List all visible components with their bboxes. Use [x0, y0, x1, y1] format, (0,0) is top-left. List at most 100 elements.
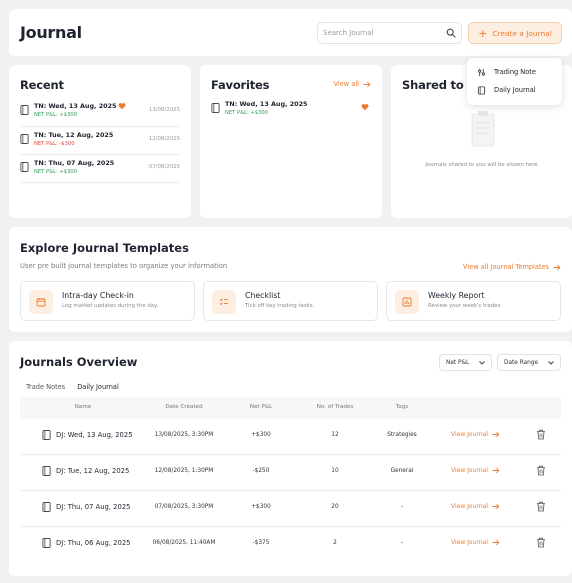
search-icon[interactable]: [446, 28, 456, 38]
header-bar: Journal + Create a Journal: [9, 9, 572, 56]
trash-icon[interactable]: [536, 537, 546, 548]
trash-icon[interactable]: [536, 429, 546, 440]
journal-pnl: NET P&L: +$300: [34, 169, 77, 175]
table-row[interactable]: DJ: Tue, 12 Aug, 2025 12/08/2025, 1:30PM…: [20, 455, 561, 491]
notebook-icon: [477, 85, 486, 95]
row-trades: 20: [331, 504, 339, 510]
row-tags: Strategies: [387, 432, 417, 438]
arrow-right-icon: [553, 264, 561, 270]
pnl-filter-select[interactable]: Net P&L: [439, 354, 492, 371]
row-title: DJ: Tue, 12 Aug, 2025: [56, 467, 130, 475]
table-row[interactable]: DJ: Thu, 07 Aug, 2025 07/08/2025, 3:30PM…: [20, 491, 561, 527]
checklist-icon: [212, 290, 236, 314]
journal-pnl: NET P&L: -$300: [34, 141, 75, 147]
trash-icon[interactable]: [536, 465, 546, 476]
recent-item[interactable]: TN: Tue, 12 Aug, 2025 NET P&L: -$300 12/…: [20, 128, 180, 155]
column-header: Net P&L: [249, 404, 273, 410]
column-header: Date Created: [165, 404, 203, 410]
favorites-title: Favorites: [211, 78, 270, 92]
view-journal-label: View Journal: [451, 431, 488, 438]
templates-subtitle: User pre built journal templates to orga…: [20, 262, 228, 270]
divider: [20, 126, 180, 127]
row-tags: -: [400, 504, 404, 510]
notebook-icon: [20, 162, 29, 172]
template-name: Intra-day Check-in: [62, 291, 134, 300]
view-journal-link[interactable]: View Journal: [451, 431, 500, 438]
date-range-label: Date Range: [504, 359, 539, 366]
row-date-created: 06/08/2025, 11:40AM: [152, 540, 216, 546]
row-net-pnl: -$250: [252, 468, 270, 474]
template-desc: Log market updates during the day.: [62, 303, 159, 309]
menu-item-daily-journal[interactable]: Daily Journal: [467, 81, 562, 99]
date-range-select[interactable]: Date Range: [497, 354, 561, 371]
row-net-pnl: +$300: [251, 432, 271, 438]
column-header: No. of Trades: [316, 404, 354, 410]
notebook-icon: [42, 430, 51, 440]
journal-pnl: NET P&L: +$300: [225, 110, 268, 116]
favorites-view-all-link[interactable]: View all: [334, 80, 371, 88]
empty-document-illustration: [471, 111, 495, 147]
view-all-templates-link[interactable]: View all Journal Templates: [463, 263, 561, 271]
row-name: DJ: Wed, 13 Aug, 2025: [42, 430, 133, 440]
template-desc: Tick off key trading tasks.: [245, 303, 315, 309]
table-header: Name Date Created Net P&L No. of Trades …: [20, 397, 561, 419]
template-card-intraday[interactable]: Intra-day Check-in Log market updates du…: [20, 281, 195, 321]
row-net-pnl: +$300: [251, 504, 271, 510]
view-journal-link[interactable]: View Journal: [451, 503, 500, 510]
row-title: DJ: Thu, 07 Aug, 2025: [56, 503, 131, 511]
templates-title: Explore Journal Templates: [20, 241, 189, 255]
favorites-panel: Favorites View all TN: Wed, 13 Aug, 2025…: [200, 65, 382, 218]
table-row[interactable]: DJ: Wed, 13 Aug, 2025 13/08/2025, 3:30PM…: [20, 419, 561, 455]
view-journal-link[interactable]: View Journal: [451, 467, 500, 474]
search-box[interactable]: [317, 22, 462, 44]
template-desc: Review your week's trades.: [428, 303, 502, 309]
journal-title: TN: Thu, 07 Aug, 2025: [34, 159, 115, 167]
chevron-down-icon: [548, 360, 554, 365]
notebook-icon: [20, 105, 29, 115]
templates-panel: Explore Journal Templates User pre built…: [9, 227, 572, 332]
divider: [20, 154, 180, 155]
tab-trade-notes[interactable]: Trade Notes: [20, 379, 71, 398]
heart-icon[interactable]: [361, 103, 369, 111]
journal-title: TN: Wed, 13 Aug, 2025: [34, 102, 117, 110]
shared-empty-text: Journals shared to you will be shown her…: [425, 162, 538, 168]
template-name: Checklist: [245, 291, 281, 300]
favorite-item[interactable]: TN: Wed, 13 Aug, 2025 NET P&L: +$300: [211, 97, 371, 124]
view-journal-label: View Journal: [451, 467, 488, 474]
journal-date: 13/08/2025: [148, 107, 180, 113]
arrow-right-icon: [492, 467, 500, 474]
row-trades: 2: [333, 540, 337, 546]
template-card-weekly-report[interactable]: Weekly Report Review your week's trades.: [386, 281, 561, 321]
create-journal-menu: Trading Note Daily Journal: [467, 58, 562, 105]
notebook-icon: [20, 134, 29, 144]
view-journal-label: View Journal: [451, 539, 488, 546]
report-icon: [395, 290, 419, 314]
view-journal-link[interactable]: View Journal: [451, 539, 500, 546]
overview-tabs: Trade Notes Daily Journal: [20, 379, 125, 398]
recent-item[interactable]: TN: Thu, 07 Aug, 2025 NET P&L: +$300 07/…: [20, 156, 180, 183]
template-card-checklist[interactable]: Checklist Tick off key trading tasks.: [203, 281, 378, 321]
recent-title: Recent: [20, 78, 64, 92]
journal-date: 12/08/2025: [148, 136, 180, 142]
recent-item[interactable]: TN: Wed, 13 Aug, 2025 NET P&L: +$300 13/…: [20, 99, 180, 126]
view-journal-label: View Journal: [451, 503, 488, 510]
search-input[interactable]: [323, 29, 433, 37]
row-name: DJ: Thu, 07 Aug, 2025: [42, 502, 130, 512]
menu-item-trading-note[interactable]: Trading Note: [467, 63, 562, 81]
row-date-created: 07/08/2025, 3:30PM: [154, 504, 214, 510]
menu-item-label: Trading Note: [494, 68, 536, 76]
tab-daily-journal[interactable]: Daily Journal: [71, 379, 125, 398]
table-row[interactable]: DJ: Thu, 06 Aug, 2025 06/08/2025, 11:40A…: [20, 527, 561, 563]
row-tags: -: [400, 540, 404, 546]
view-all-label: View all: [333, 80, 359, 88]
menu-item-label: Daily Journal: [494, 86, 536, 94]
row-date-created: 13/08/2025, 3:30PM: [154, 432, 214, 438]
notebook-icon: [42, 502, 51, 512]
row-trades: 10: [331, 468, 339, 474]
heart-icon[interactable]: [118, 102, 126, 110]
divider: [20, 182, 180, 183]
create-journal-button[interactable]: + Create a Journal: [468, 22, 562, 44]
journal-date: 07/08/2025: [148, 164, 180, 170]
trash-icon[interactable]: [536, 501, 546, 512]
chevron-down-icon: [479, 360, 485, 365]
